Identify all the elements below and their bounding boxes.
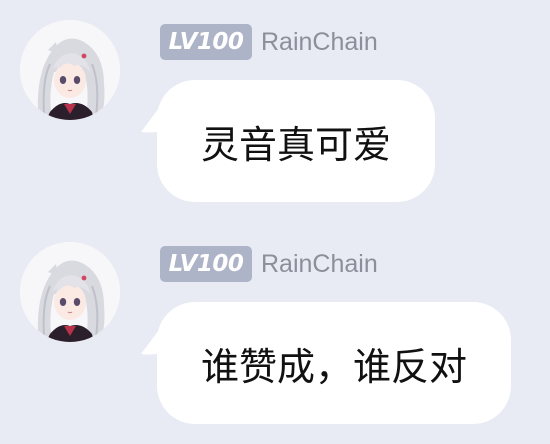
username[interactable]: RainChain [261, 246, 378, 282]
level-badge: LV100 [160, 246, 252, 282]
message-bubble[interactable]: 灵音真可爱 [157, 80, 436, 202]
anime-girl-avatar-icon [20, 20, 120, 120]
message-text: 谁赞成，谁反对 [201, 344, 468, 389]
message-bubble[interactable]: 谁赞成，谁反对 [157, 302, 512, 424]
anime-girl-avatar-icon [20, 242, 120, 342]
user-avatar[interactable] [20, 20, 120, 120]
level-badge: LV100 [160, 24, 252, 60]
chat-message: LV100 RainChain 灵音真可爱 [0, 0, 550, 202]
username[interactable]: RainChain [261, 24, 378, 60]
message-text: 灵音真可爱 [201, 122, 392, 167]
user-avatar[interactable] [20, 242, 120, 342]
chat-message: LV100 RainChain 谁赞成，谁反对 [0, 222, 550, 424]
